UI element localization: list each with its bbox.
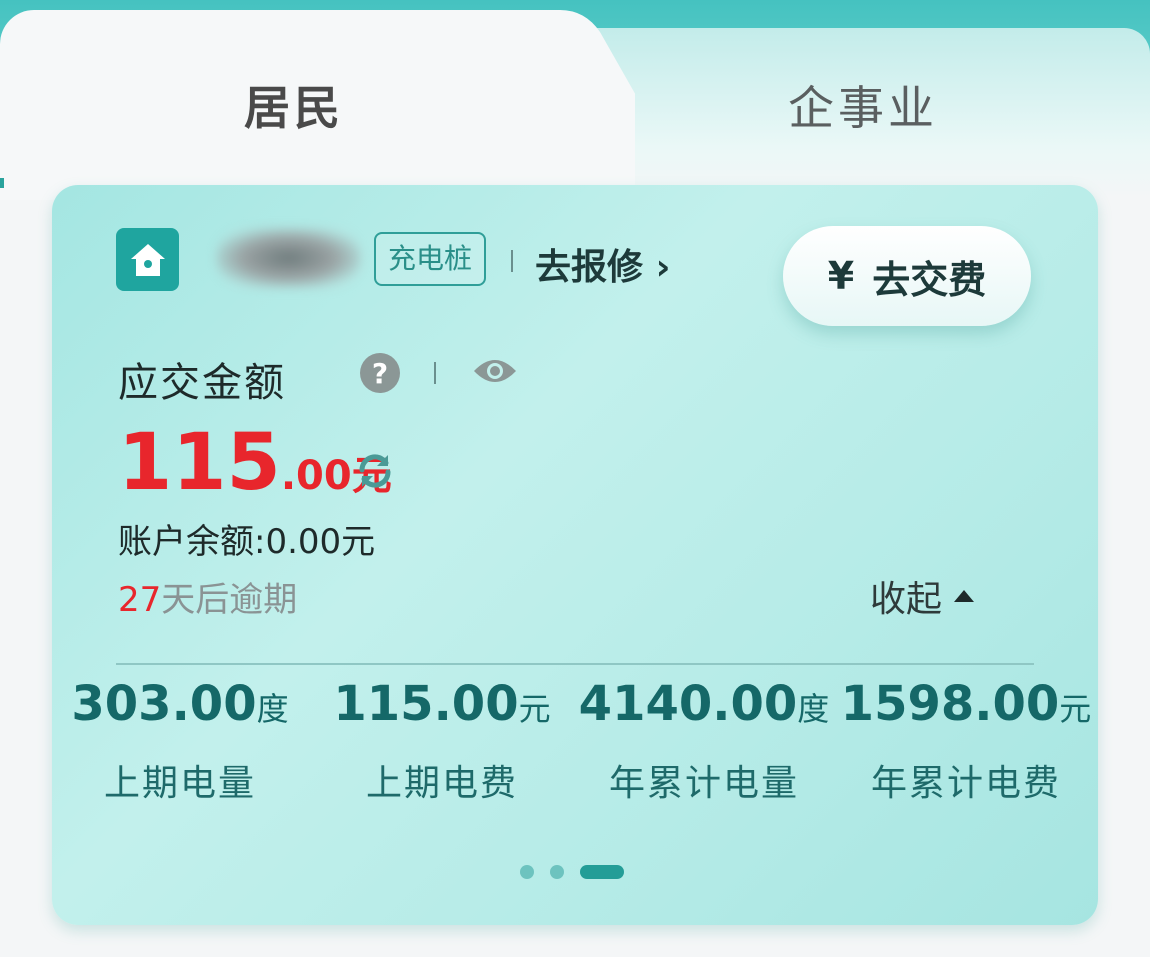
amount-integer: 115 <box>118 418 281 508</box>
stat-unit: 元 <box>518 690 551 728</box>
collapse-label: 收起 <box>870 579 943 620</box>
stat-label: 年累计电费 <box>870 763 1061 804</box>
stat-value: 4140.00 <box>578 676 798 732</box>
stat-unit: 度 <box>256 690 289 728</box>
stat-value: 303.00 <box>71 676 257 732</box>
edge-marker <box>0 178 4 188</box>
chevron-right-icon: › <box>655 247 671 288</box>
account-name-redacted <box>216 228 361 288</box>
stat-annual-cost: 1598.00元 年累计电费 <box>836 676 1096 806</box>
triangle-up-icon <box>954 590 975 602</box>
amount-due-value: 115.00元 <box>118 418 392 508</box>
home-icon <box>116 228 179 291</box>
pager-dots <box>520 865 624 879</box>
overdue-notice: 27天后逾期 <box>118 572 297 621</box>
stat-label: 上期电量 <box>103 763 256 804</box>
stat-label: 上期电费 <box>365 763 518 804</box>
pager-dot[interactable] <box>550 865 564 879</box>
stat-unit: 度 <box>797 690 830 728</box>
pager-dot-active[interactable] <box>580 865 624 879</box>
divider <box>116 663 1034 665</box>
collapse-button[interactable]: 收起 <box>870 570 975 622</box>
tab-enterprise[interactable]: 企事业 <box>788 72 938 138</box>
pay-button[interactable]: ¥ 去交费 <box>783 226 1031 326</box>
stat-value: 115.00 <box>333 676 519 732</box>
account-balance: 账户余额:0.00元 <box>118 522 376 562</box>
refresh-icon[interactable] <box>354 450 396 496</box>
tab-resident[interactable]: 居民 <box>244 72 344 138</box>
account-type-tag: 充电桩 <box>374 232 487 286</box>
separator <box>434 362 436 384</box>
overdue-days: 27 <box>118 580 162 620</box>
stat-unit: 元 <box>1059 690 1092 728</box>
overdue-text: 天后逾期 <box>161 580 298 620</box>
stat-last-period-cost: 115.00元 上期电费 <box>312 676 572 806</box>
separator <box>511 250 513 272</box>
repair-label: 去报修 <box>535 247 644 288</box>
stat-annual-usage: 4140.00度 年累计电量 <box>574 676 834 806</box>
eye-icon[interactable] <box>472 355 518 391</box>
pay-button-label: 去交费 <box>872 257 987 302</box>
pager-dot[interactable] <box>520 865 534 879</box>
help-icon[interactable]: ? <box>360 353 400 393</box>
stat-last-period-usage: 303.00度 上期电量 <box>50 676 310 806</box>
yen-icon: ¥ <box>827 254 855 298</box>
amount-due-label: 应交金额 <box>118 360 286 406</box>
stat-value: 1598.00 <box>840 676 1060 732</box>
repair-link[interactable]: 去报修 › <box>535 238 670 290</box>
stat-label: 年累计电量 <box>608 763 799 804</box>
